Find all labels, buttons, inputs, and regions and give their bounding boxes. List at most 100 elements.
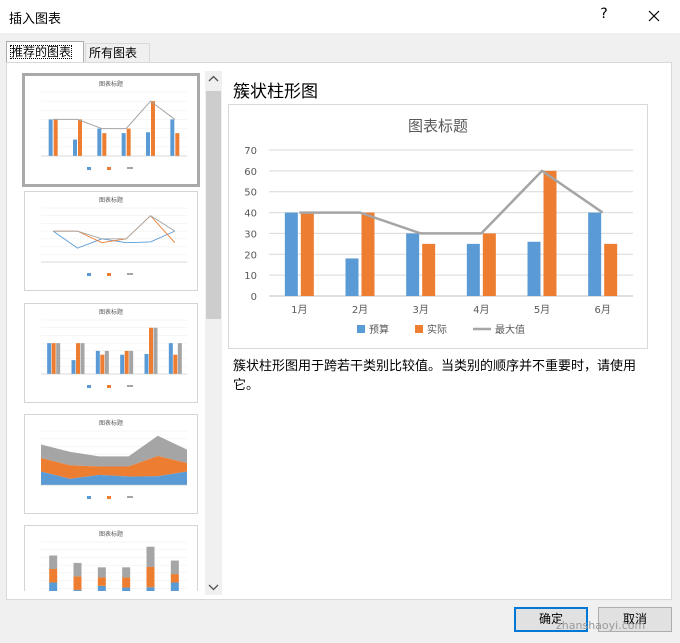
bar-budget: [345, 258, 359, 296]
close-icon: [648, 10, 660, 22]
thumbnail-bar-budget: [47, 343, 52, 374]
bar-budget: [284, 212, 298, 296]
thumbnail-bar-actual: [53, 119, 58, 156]
thumbnail-bar-budget: [146, 132, 150, 156]
preview-chart-svg: 图表标题 0 10 20 30 40 50 60 70 1月 2月 3月 4月 5月 6月预算 实际 最大值: [244, 117, 633, 336]
thumbnail-title: 图表标题: [99, 196, 123, 204]
title-bar: 插入图表 ?: [0, 0, 680, 33]
thumbnail-bar-max: [80, 343, 85, 374]
y-tick-label: 70: [244, 146, 257, 157]
thumbnail-chart: 图表标题: [41, 308, 187, 388]
thumbnail-chart: 图表标题: [41, 80, 187, 170]
thumbnail-bar-actual: [100, 354, 105, 374]
tab-recommended-charts[interactable]: 推荐的图表: [6, 41, 84, 63]
thumbnail-bar-actual: [126, 128, 131, 156]
thumbnail-bar-budget: [97, 585, 106, 591]
thumbnail-clustered-column[interactable]: 图表标题: [24, 303, 198, 403]
thumbnail-bar-budget: [71, 360, 76, 374]
bar-actual: [543, 170, 557, 296]
chart-thumbnail-list: 图表标题 图表标题 图表标题 图表标题 图表标题: [21, 73, 203, 591]
chevron-down-icon: [208, 584, 219, 591]
thumbnail-legend-actual: [107, 385, 111, 388]
legend-label-actual: 实际: [427, 323, 447, 336]
bar-budget: [406, 233, 420, 296]
help-button[interactable]: ?: [594, 6, 614, 26]
legend-label-max: 最大值: [495, 323, 525, 336]
thumbnail-clustered-column-line[interactable]: 图表标题: [22, 73, 200, 187]
thumbnail-legend-max: [127, 273, 133, 275]
thumbnail-scrollbar[interactable]: [205, 71, 222, 595]
y-tick-label: 60: [244, 167, 257, 178]
thumbnail-bar-max: [170, 560, 179, 575]
tab-all-charts[interactable]: 所有图表: [85, 43, 150, 62]
x-tick-label: 1月: [291, 304, 307, 316]
thumbnail-bar-actual: [51, 343, 56, 374]
thumbnail-legend-actual: [107, 273, 111, 276]
bar-actual: [604, 243, 618, 296]
y-tick-label: 50: [244, 188, 257, 199]
thumbnail-bar-budget: [170, 119, 175, 156]
thumbnail-title: 图表标题: [99, 308, 123, 316]
thumbnail-bar-budget: [49, 582, 58, 591]
thumbnail-bar-max: [122, 567, 131, 578]
y-tick-label: 10: [244, 271, 257, 282]
tab-label: 所有图表: [89, 46, 138, 60]
thumbnail-stacked-column[interactable]: 图表标题: [24, 525, 198, 591]
thumbnail-bar-budget: [73, 139, 77, 156]
thumbnail-title: 图表标题: [99, 530, 123, 538]
thumbnail-bar-max: [73, 562, 82, 577]
thumbnail-bar-actual: [170, 574, 179, 583]
thumbnail-bar-actual: [78, 119, 82, 156]
scroll-thumb[interactable]: [206, 91, 221, 319]
thumbnail-legend-budget: [87, 496, 91, 499]
thumbnail-bar-actual: [173, 354, 178, 374]
thumbnail-bar-budget: [168, 343, 173, 374]
thumbnail-legend-max: [127, 167, 133, 169]
x-tick-label: 3月: [412, 304, 428, 316]
thumbnail-line: [52, 230, 176, 249]
close-button[interactable]: [640, 3, 668, 29]
x-tick-label: 2月: [352, 304, 368, 316]
chevron-up-icon: [208, 75, 219, 82]
thumbnail-bar-budget: [73, 589, 82, 591]
scroll-up-button[interactable]: [205, 71, 222, 88]
x-tick-label: 4月: [473, 304, 489, 316]
thumbnail-bar-budget: [48, 119, 53, 156]
thumbnail-bar-max: [146, 546, 155, 567]
bar-actual: [482, 233, 496, 296]
chart-title: 图表标题: [408, 117, 468, 135]
thumbnail-line-max: [53, 100, 176, 130]
thumbnail-bar-actual: [49, 569, 58, 583]
thumbnail-bar-budget: [97, 128, 102, 156]
thumbnail-stacked-area[interactable]: 图表标题: [24, 414, 198, 514]
tab-label: 推荐的图表: [10, 45, 73, 59]
thumbnail-bar-actual: [146, 566, 155, 588]
thumbnail-bar-max: [177, 343, 182, 374]
window-title: 插入图表: [9, 12, 62, 27]
thumbnail-title: 图表标题: [99, 419, 123, 427]
thumbnail-bar-actual: [102, 133, 107, 156]
thumbnail-chart: 图表标题: [41, 530, 187, 591]
thumbnail-bar-actual: [149, 327, 153, 374]
preview-description: 簇状柱形图用于跨若干类别比较值。当类别的顺序并不重要时，请使用它。: [233, 359, 637, 393]
thumbnail-bar-budget: [95, 350, 100, 374]
thumbnail-bar-actual: [76, 343, 80, 374]
thumbnail-bar-max: [56, 343, 61, 374]
scroll-down-button[interactable]: [205, 578, 222, 595]
thumbnail-bar-budget: [122, 587, 131, 591]
thumbnail-legend-budget: [87, 273, 91, 276]
watermark: zhanshaoyi.com: [556, 619, 646, 632]
bar-actual: [361, 212, 375, 296]
thumbnail-bar-max: [153, 327, 158, 374]
thumbnail-line[interactable]: 图表标题: [24, 191, 198, 291]
x-tick-label: 5月: [534, 304, 550, 316]
series-line-max: [299, 169, 604, 235]
thumbnail-bar-actual: [122, 577, 131, 588]
thumbnail-bar-budget: [170, 582, 179, 591]
thumbnail-bar-max: [97, 567, 106, 578]
thumbnail-bar-budget: [121, 133, 126, 156]
thumbnail-bar-max: [104, 350, 109, 374]
y-tick-label: 30: [244, 229, 257, 240]
thumbnail-bar-max: [129, 350, 134, 374]
thumbnail-bar-actual: [73, 576, 82, 590]
